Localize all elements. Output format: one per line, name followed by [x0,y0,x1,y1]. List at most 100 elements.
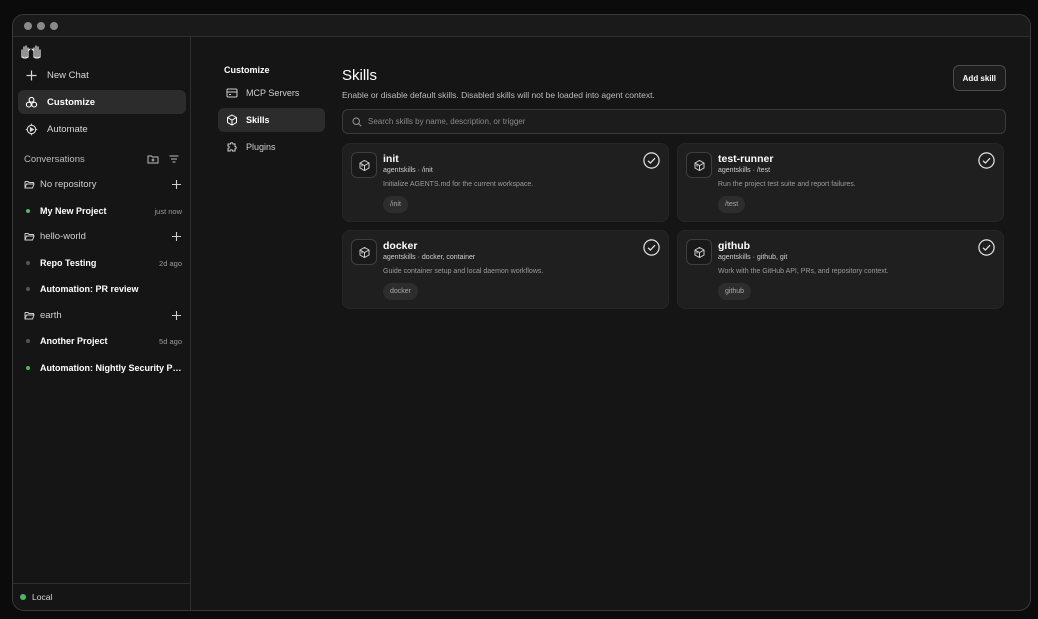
repo-group-hello-world[interactable]: hello-world [24,231,182,242]
skill-name: docker [383,240,418,252]
package-icon [359,159,369,171]
subnav-item-plugins[interactable]: Plugins [218,135,325,159]
thread-status-dot [26,261,30,265]
skill-card-test-runner[interactable]: test-runner agentskills · /test Run the … [677,143,1004,222]
thread-status-dot [26,287,30,291]
filter-icon[interactable] [168,153,180,165]
skill-card-init[interactable]: init agentskills · /init Initialize AGEN… [342,143,669,222]
folder-open-icon [24,233,35,241]
connection-status[interactable]: Local [13,583,190,610]
new-chat-button[interactable]: New Chat [18,63,186,87]
skill-trigger-tag: /init [383,196,408,213]
thread-item[interactable]: My New Project just now [26,206,182,216]
add-thread-plus-icon[interactable] [171,310,182,321]
package-icon [694,246,704,258]
skill-description: Run the project test suite and report fa… [718,181,856,188]
thread-title: Automation: Nightly Security Pa... [40,363,182,373]
thread-title: My New Project [40,206,107,216]
repo-group-name: hello-world [40,231,86,242]
subnav-item-skills[interactable]: Skills [218,108,325,132]
customize-icon [25,96,38,108]
skill-trigger-tag: /test [718,196,746,213]
skill-icon-box [351,239,377,265]
thread-item[interactable]: Repo Testing 2d ago [26,258,182,268]
skill-description: Work with the GitHub API, PRs, and repos… [718,268,889,275]
customize-button[interactable]: Customize [18,90,186,114]
folder-open-icon [24,181,35,189]
puzzle-icon [227,142,237,152]
repo-group-no-repository[interactable]: No repository [24,179,182,190]
thread-title: Another Project [40,336,108,346]
thread-title: Repo Testing [40,258,97,268]
app-window: New Chat Customize Automate Conversation… [12,14,1031,611]
skill-meta: agentskills · github, git [718,254,788,261]
thread-item[interactable]: Automation: Nightly Security Pa... [26,363,182,373]
skill-meta: agentskills · /init [383,167,433,174]
repo-group-name: earth [40,310,62,321]
thread-item[interactable]: Another Project 5d ago [26,336,182,346]
add-skill-button[interactable]: Add skill [952,65,1006,91]
subnav-label: MCP Servers [246,88,300,98]
enabled-check-icon[interactable] [643,152,660,169]
repo-group-name: No repository [40,179,97,190]
thread-title: Automation: PR review [40,284,139,294]
search-icon [352,116,362,127]
skill-meta: agentskills · /test [718,167,771,174]
sidebar: New Chat Customize Automate Conversation… [13,37,191,610]
status-dot [20,594,26,600]
subnav-title: Customize [224,65,270,75]
skill-meta: agentskills · docker, container [383,254,476,261]
window-maximize-dot[interactable] [50,21,58,30]
plus-icon [26,70,37,80]
enabled-check-icon[interactable] [978,239,995,256]
skill-card-docker[interactable]: docker agentskills · docker, container G… [342,230,669,309]
conversations-header: Conversations [24,153,180,165]
search-input[interactable] [368,117,968,126]
folder-open-icon [24,312,35,320]
skills-search[interactable] [342,109,1006,134]
status-label: Local [32,592,53,602]
thread-status-dot [26,339,30,343]
skill-name: github [718,240,751,252]
skill-card-github[interactable]: github agentskills · github, git Work wi… [677,230,1004,309]
subnav-label: Skills [246,115,270,125]
skill-icon-box [686,152,712,178]
skill-icon-box [351,152,377,178]
automate-label: Automate [47,123,88,135]
skill-description: Guide container setup and local daemon w… [383,268,544,275]
package-icon [694,159,704,171]
conversations-label: Conversations [24,153,85,165]
add-thread-plus-icon[interactable] [171,231,182,242]
skill-trigger-tag: docker [383,283,419,300]
page-subtitle: Enable or disable default skills. Disabl… [342,90,655,100]
subnav-label: Plugins [246,142,276,152]
repo-group-earth[interactable]: earth [24,310,182,321]
skill-name: init [383,153,399,165]
window-close-dot[interactable] [24,21,32,30]
enabled-check-icon[interactable] [643,239,660,256]
hands-logo-icon [21,45,41,59]
cube-icon [227,114,237,126]
thread-status-dot [26,209,30,213]
skill-name: test-runner [718,153,774,165]
automate-icon [25,123,38,135]
subnav-item-mcp-servers[interactable]: MCP Servers [218,81,325,105]
server-icon [226,88,238,98]
page-title: Skills [342,67,378,84]
title-bar [13,15,1030,37]
thread-time: just now [154,206,182,216]
skill-icon-box [686,239,712,265]
window-minimize-dot[interactable] [37,21,45,30]
add-thread-plus-icon[interactable] [171,179,182,190]
thread-item[interactable]: Automation: PR review [26,284,182,294]
automate-button[interactable]: Automate [18,117,186,141]
thread-time: 5d ago [159,336,182,346]
thread-time: 2d ago [159,258,182,268]
new-folder-icon[interactable] [147,153,159,165]
customize-label: Customize [47,96,96,108]
skill-description: Initialize AGENTS.md for the current wor… [383,181,534,188]
thread-status-dot [26,366,30,370]
new-chat-label: New Chat [47,69,89,81]
enabled-check-icon[interactable] [978,152,995,169]
skill-trigger-tag: github [718,283,752,300]
